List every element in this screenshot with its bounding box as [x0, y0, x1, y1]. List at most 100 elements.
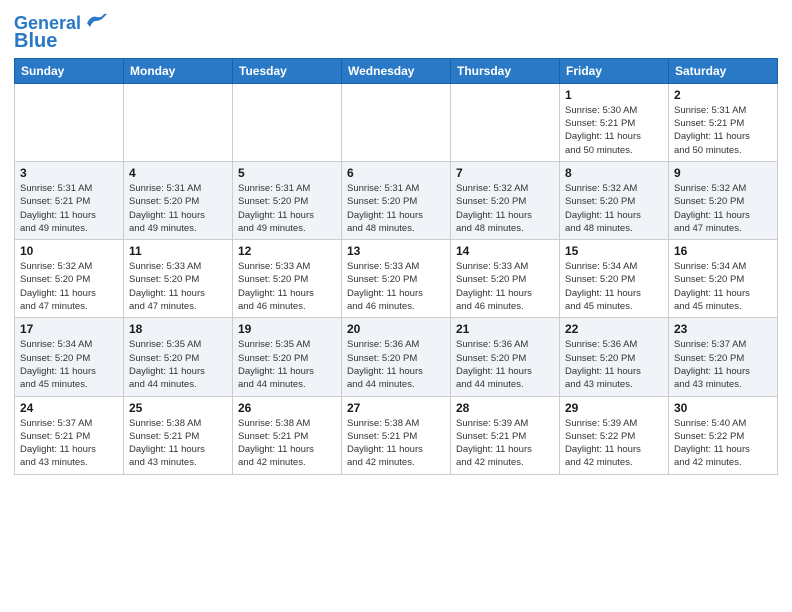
- calendar-cell: 17 Sunrise: 5:34 AM Sunset: 5:20 PM Dayli…: [15, 318, 124, 396]
- calendar-cell: 23 Sunrise: 5:37 AM Sunset: 5:20 PM Dayli…: [669, 318, 778, 396]
- calendar-cell: 6 Sunrise: 5:31 AM Sunset: 5:20 PM Daylig…: [342, 161, 451, 239]
- logo: General Blue: [14, 14, 107, 52]
- day-number: 8: [565, 166, 663, 180]
- calendar-cell: 18 Sunrise: 5:35 AM Sunset: 5:20 PM Dayli…: [124, 318, 233, 396]
- cell-content: Sunrise: 5:32 AM Sunset: 5:20 PM Dayligh…: [20, 260, 118, 313]
- day-number: 23: [674, 322, 772, 336]
- day-number: 24: [20, 401, 118, 415]
- calendar-cell: 12 Sunrise: 5:33 AM Sunset: 5:20 PM Dayli…: [233, 240, 342, 318]
- cell-content: Sunrise: 5:34 AM Sunset: 5:20 PM Dayligh…: [20, 338, 118, 391]
- day-number: 20: [347, 322, 445, 336]
- cell-content: Sunrise: 5:38 AM Sunset: 5:21 PM Dayligh…: [129, 417, 227, 470]
- cell-content: Sunrise: 5:39 AM Sunset: 5:22 PM Dayligh…: [565, 417, 663, 470]
- cell-content: Sunrise: 5:32 AM Sunset: 5:20 PM Dayligh…: [456, 182, 554, 235]
- calendar-table: SundayMondayTuesdayWednesdayThursdayFrid…: [14, 58, 778, 475]
- calendar-cell: 9 Sunrise: 5:32 AM Sunset: 5:20 PM Daylig…: [669, 161, 778, 239]
- day-number: 12: [238, 244, 336, 258]
- cell-content: Sunrise: 5:40 AM Sunset: 5:22 PM Dayligh…: [674, 417, 772, 470]
- cell-content: Sunrise: 5:32 AM Sunset: 5:20 PM Dayligh…: [674, 182, 772, 235]
- day-number: 4: [129, 166, 227, 180]
- calendar-cell: 1 Sunrise: 5:30 AM Sunset: 5:21 PM Daylig…: [560, 83, 669, 161]
- calendar-cell: [124, 83, 233, 161]
- calendar-cell: 16Sunrise: 5:34 AM Sunset: 5:20 PM Dayli…: [669, 240, 778, 318]
- calendar-week-row: 24 Sunrise: 5:37 AM Sunset: 5:21 PM Dayli…: [15, 396, 778, 474]
- calendar-cell: [233, 83, 342, 161]
- cell-content: Sunrise: 5:36 AM Sunset: 5:20 PM Dayligh…: [565, 338, 663, 391]
- day-number: 7: [456, 166, 554, 180]
- day-number: 2: [674, 88, 772, 102]
- cell-content: Sunrise: 5:32 AM Sunset: 5:20 PM Dayligh…: [565, 182, 663, 235]
- logo-bird-icon: [85, 13, 107, 31]
- calendar-cell: 29 Sunrise: 5:39 AM Sunset: 5:22 PM Dayli…: [560, 396, 669, 474]
- cell-content: Sunrise: 5:35 AM Sunset: 5:20 PM Dayligh…: [238, 338, 336, 391]
- cell-content: Sunrise: 5:31 AM Sunset: 5:20 PM Dayligh…: [129, 182, 227, 235]
- cell-content: Sunrise: 5:33 AM Sunset: 5:20 PM Dayligh…: [347, 260, 445, 313]
- day-number: 18: [129, 322, 227, 336]
- calendar-cell: 3 Sunrise: 5:31 AM Sunset: 5:21 PM Daylig…: [15, 161, 124, 239]
- calendar-header-row: SundayMondayTuesdayWednesdayThursdayFrid…: [15, 58, 778, 83]
- day-number: 19: [238, 322, 336, 336]
- day-header-tuesday: Tuesday: [233, 58, 342, 83]
- cell-content: Sunrise: 5:30 AM Sunset: 5:21 PM Dayligh…: [565, 104, 663, 157]
- cell-content: Sunrise: 5:33 AM Sunset: 5:20 PM Dayligh…: [456, 260, 554, 313]
- calendar-cell: 22 Sunrise: 5:36 AM Sunset: 5:20 PM Dayli…: [560, 318, 669, 396]
- cell-content: Sunrise: 5:38 AM Sunset: 5:21 PM Dayligh…: [238, 417, 336, 470]
- calendar-cell: 5Sunrise: 5:31 AM Sunset: 5:20 PM Daylig…: [233, 161, 342, 239]
- calendar-cell: 24 Sunrise: 5:37 AM Sunset: 5:21 PM Dayli…: [15, 396, 124, 474]
- day-number: 9: [674, 166, 772, 180]
- page-header: General Blue: [14, 10, 778, 52]
- cell-content: Sunrise: 5:37 AM Sunset: 5:20 PM Dayligh…: [674, 338, 772, 391]
- calendar-cell: [342, 83, 451, 161]
- cell-content: Sunrise: 5:36 AM Sunset: 5:20 PM Dayligh…: [456, 338, 554, 391]
- day-number: 30: [674, 401, 772, 415]
- calendar-cell: 25 Sunrise: 5:38 AM Sunset: 5:21 PM Dayli…: [124, 396, 233, 474]
- day-number: 3: [20, 166, 118, 180]
- day-header-saturday: Saturday: [669, 58, 778, 83]
- day-number: 25: [129, 401, 227, 415]
- calendar-cell: 11 Sunrise: 5:33 AM Sunset: 5:20 PM Dayli…: [124, 240, 233, 318]
- day-header-wednesday: Wednesday: [342, 58, 451, 83]
- day-number: 14: [456, 244, 554, 258]
- day-number: 21: [456, 322, 554, 336]
- cell-content: Sunrise: 5:34 AM Sunset: 5:20 PM Dayligh…: [674, 260, 772, 313]
- day-number: 1: [565, 88, 663, 102]
- cell-content: Sunrise: 5:31 AM Sunset: 5:20 PM Dayligh…: [347, 182, 445, 235]
- day-number: 6: [347, 166, 445, 180]
- calendar-week-row: 3 Sunrise: 5:31 AM Sunset: 5:21 PM Daylig…: [15, 161, 778, 239]
- cell-content: Sunrise: 5:38 AM Sunset: 5:21 PM Dayligh…: [347, 417, 445, 470]
- day-number: 13: [347, 244, 445, 258]
- calendar-cell: [15, 83, 124, 161]
- calendar-cell: 26 Sunrise: 5:38 AM Sunset: 5:21 PM Dayli…: [233, 396, 342, 474]
- day-number: 11: [129, 244, 227, 258]
- day-number: 29: [565, 401, 663, 415]
- logo-blue: Blue: [14, 30, 57, 52]
- day-number: 26: [238, 401, 336, 415]
- calendar-cell: 21 Sunrise: 5:36 AM Sunset: 5:20 PM Dayli…: [451, 318, 560, 396]
- cell-content: Sunrise: 5:34 AM Sunset: 5:20 PM Dayligh…: [565, 260, 663, 313]
- calendar-cell: 13 Sunrise: 5:33 AM Sunset: 5:20 PM Dayli…: [342, 240, 451, 318]
- day-header-thursday: Thursday: [451, 58, 560, 83]
- day-number: 22: [565, 322, 663, 336]
- day-number: 28: [456, 401, 554, 415]
- day-number: 17: [20, 322, 118, 336]
- day-header-monday: Monday: [124, 58, 233, 83]
- calendar-cell: 30 Sunrise: 5:40 AM Sunset: 5:22 PM Dayli…: [669, 396, 778, 474]
- calendar-week-row: 17 Sunrise: 5:34 AM Sunset: 5:20 PM Dayli…: [15, 318, 778, 396]
- cell-content: Sunrise: 5:37 AM Sunset: 5:21 PM Dayligh…: [20, 417, 118, 470]
- calendar-week-row: 1 Sunrise: 5:30 AM Sunset: 5:21 PM Daylig…: [15, 83, 778, 161]
- day-number: 5: [238, 166, 336, 180]
- calendar-week-row: 10Sunrise: 5:32 AM Sunset: 5:20 PM Dayli…: [15, 240, 778, 318]
- calendar-cell: 15 Sunrise: 5:34 AM Sunset: 5:20 PM Dayli…: [560, 240, 669, 318]
- day-header-sunday: Sunday: [15, 58, 124, 83]
- day-number: 27: [347, 401, 445, 415]
- cell-content: Sunrise: 5:35 AM Sunset: 5:20 PM Dayligh…: [129, 338, 227, 391]
- calendar-cell: 14 Sunrise: 5:33 AM Sunset: 5:20 PM Dayli…: [451, 240, 560, 318]
- cell-content: Sunrise: 5:33 AM Sunset: 5:20 PM Dayligh…: [238, 260, 336, 313]
- cell-content: Sunrise: 5:31 AM Sunset: 5:21 PM Dayligh…: [20, 182, 118, 235]
- calendar-cell: [451, 83, 560, 161]
- calendar-cell: 19 Sunrise: 5:35 AM Sunset: 5:20 PM Dayli…: [233, 318, 342, 396]
- calendar-cell: 28Sunrise: 5:39 AM Sunset: 5:21 PM Dayli…: [451, 396, 560, 474]
- calendar-cell: 20Sunrise: 5:36 AM Sunset: 5:20 PM Dayli…: [342, 318, 451, 396]
- day-number: 15: [565, 244, 663, 258]
- cell-content: Sunrise: 5:33 AM Sunset: 5:20 PM Dayligh…: [129, 260, 227, 313]
